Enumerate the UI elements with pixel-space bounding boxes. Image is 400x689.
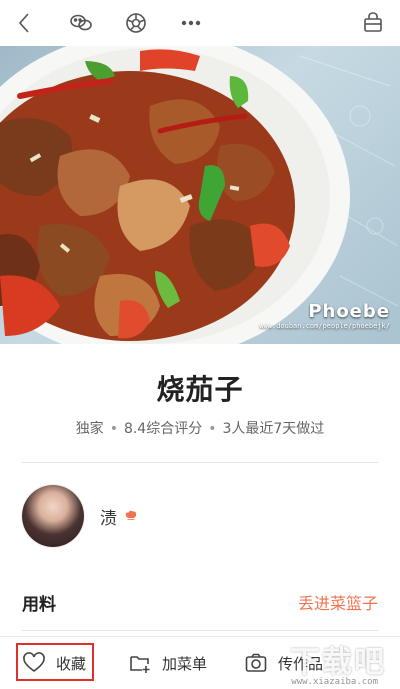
add-folder-icon [130, 656, 150, 673]
camera-icon [245, 653, 267, 672]
wechat-share-icon[interactable] [68, 10, 94, 36]
recipe-title: 烧茄子 [156, 373, 244, 406]
ingredients-heading: 用料 [22, 595, 56, 615]
exclusive-tag: 独家 [75, 421, 104, 437]
heart-icon [23, 652, 45, 672]
avatar[interactable] [22, 485, 84, 547]
dish-illustration [0, 46, 399, 344]
meta-separator: • [109, 421, 118, 437]
meta-separator: • [208, 421, 217, 437]
site-watermark-url: www.xiazaiba.com [291, 677, 378, 687]
top-navigation-bar [0, 0, 400, 46]
add-to-menu-button[interactable]: 加菜单 [128, 637, 207, 689]
photo-watermark: Phoebe www.douban.com/people/phoebejk/ [259, 301, 390, 330]
cooked-count: 3人最近7天做过 [222, 421, 325, 437]
recipe-meta: 独家 • 8.4综合评分 • 3人最近7天做过 [0, 418, 400, 438]
section-divider [22, 462, 378, 463]
section-divider [22, 630, 378, 631]
overall-score: 8.4综合评分 [123, 421, 203, 437]
site-watermark: 下载吧 [290, 645, 386, 680]
add-to-basket-link[interactable]: 丢进菜篮子 [298, 590, 378, 614]
photo-watermark-url: www.douban.com/people/phoebejk/ [259, 322, 390, 330]
shopping-basket-icon[interactable] [360, 10, 386, 36]
author-row[interactable]: 渍 [22, 485, 139, 547]
photo-watermark-title: Phoebe [308, 301, 390, 322]
favorite-label: 收藏 [56, 654, 87, 673]
moments-share-icon[interactable] [123, 10, 149, 36]
favorite-button[interactable]: 收藏 [22, 637, 86, 689]
add-to-menu-label: 加菜单 [162, 654, 208, 673]
more-options-icon[interactable] [178, 10, 204, 36]
author-name[interactable]: 渍 [100, 504, 117, 529]
bottom-action-bar: 收藏 加菜单 传作品 下载吧 www.xiazaiba.com [0, 636, 400, 689]
recipe-photo[interactable]: Phoebe www.douban.com/people/phoebejk/ [0, 46, 400, 344]
chef-hat-badge-icon [123, 508, 139, 524]
back-arrow-icon[interactable] [12, 10, 38, 36]
